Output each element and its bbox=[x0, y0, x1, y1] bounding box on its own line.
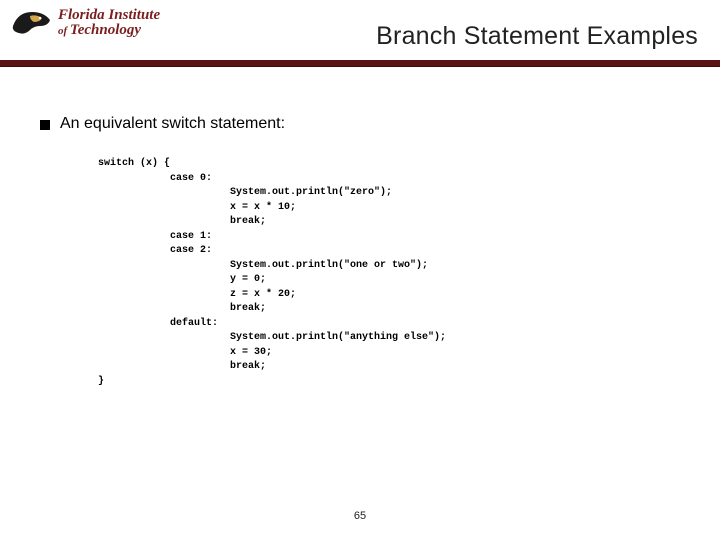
slide-title: Branch Statement Examples bbox=[376, 22, 698, 51]
panther-icon bbox=[10, 6, 54, 40]
page-number: 65 bbox=[0, 510, 720, 522]
content-area: An equivalent switch statement: switch (… bbox=[40, 115, 680, 389]
institution-line1: Florida Institute bbox=[58, 8, 160, 23]
bullet-text: An equivalent switch statement: bbox=[60, 115, 285, 133]
slide-header: Florida Institute of Technology Branch S… bbox=[0, 0, 720, 60]
square-bullet-icon bbox=[40, 120, 50, 130]
institution-line2: of Technology bbox=[58, 23, 160, 38]
bullet-item: An equivalent switch statement: bbox=[40, 115, 680, 133]
institution-name: Florida Institute of Technology bbox=[58, 8, 160, 38]
code-block: switch (x) { case 0: System.out.println(… bbox=[98, 157, 680, 389]
logo-area: Florida Institute of Technology bbox=[10, 6, 160, 40]
title-divider bbox=[0, 60, 720, 67]
